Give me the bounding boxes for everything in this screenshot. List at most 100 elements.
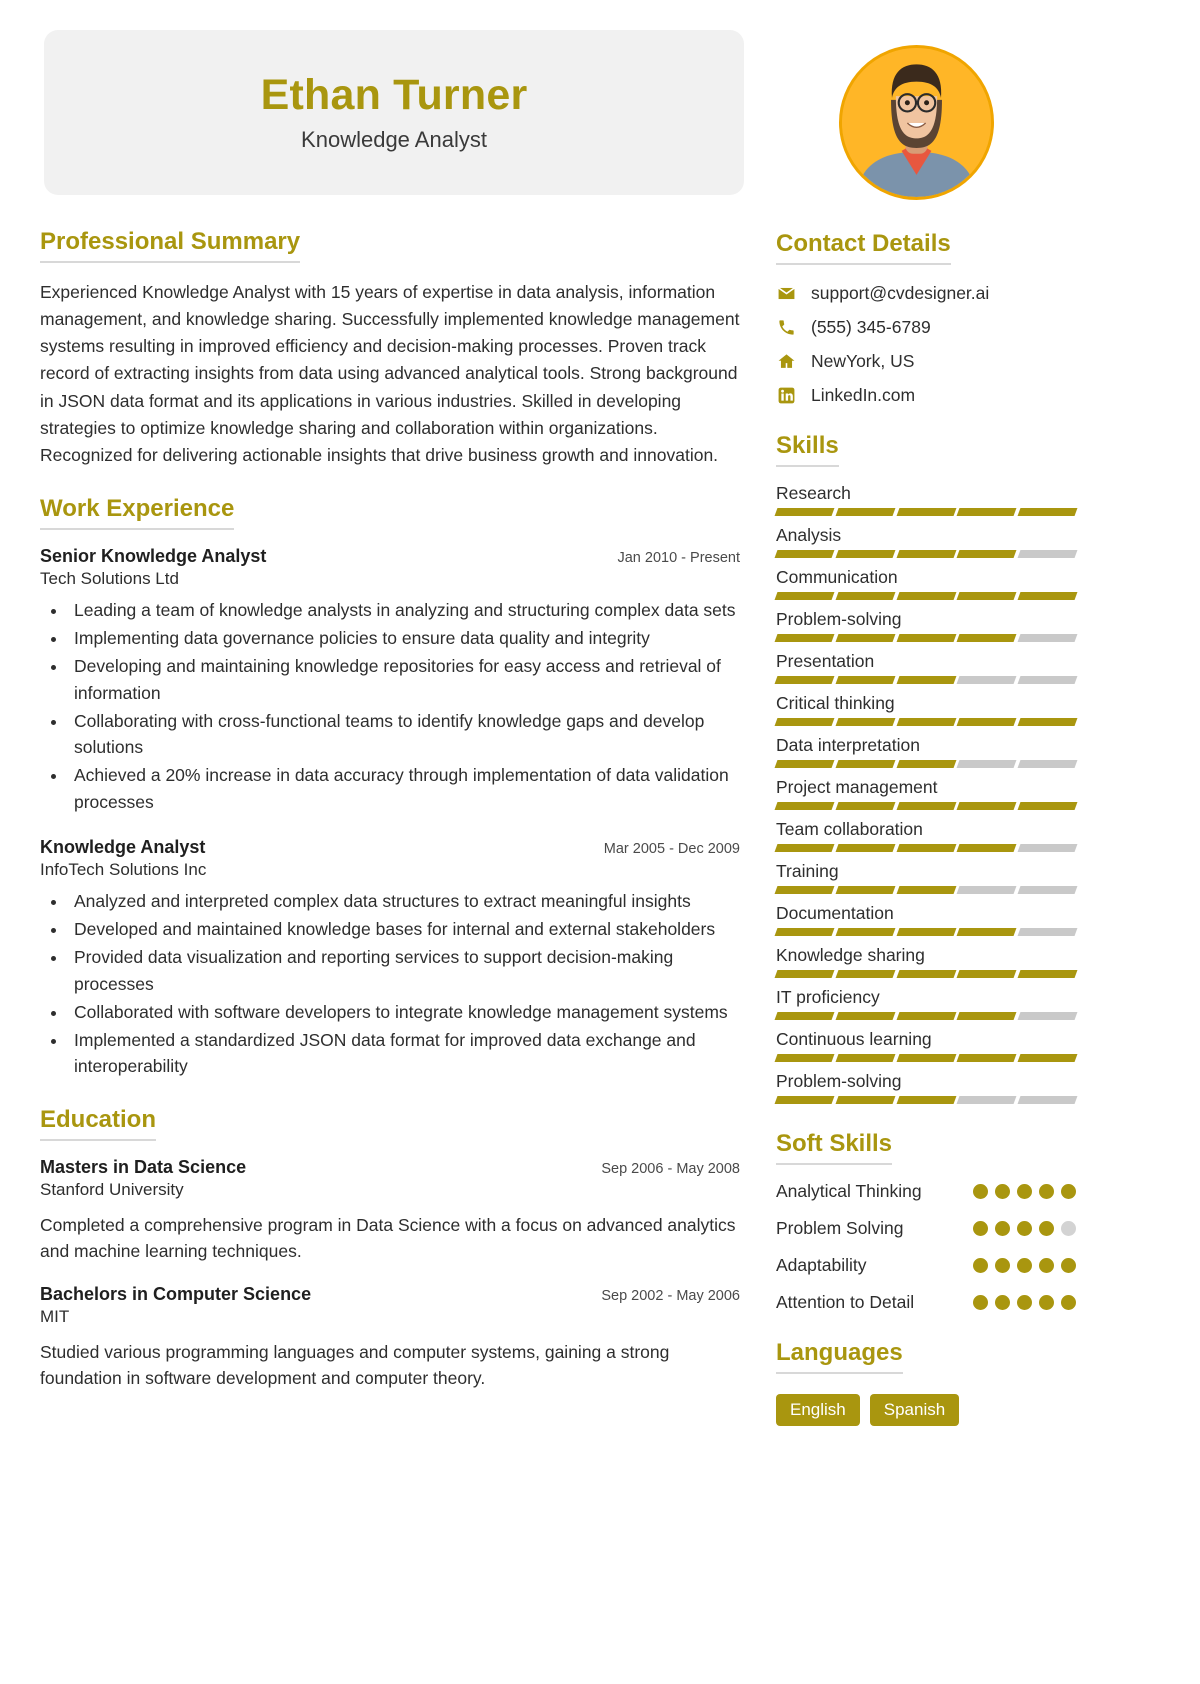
skill-item: Communication [774,567,1078,600]
section-contact-details: Contact Details support@cvdesigner.ai (55… [776,230,1076,406]
jobs-container: Senior Knowledge Analyst Jan 2010 - Prese… [40,546,740,1080]
skill-segment [956,970,1017,978]
skill-item: Documentation [774,903,1078,936]
soft-skill-item: Analytical Thinking [776,1181,1076,1202]
skill-segment [896,718,956,726]
resume-body: Professional Summary Experienced Knowled… [40,228,1160,1452]
rating-dot [1039,1221,1054,1236]
skill-item: Project management [774,777,1078,810]
skill-segment [896,592,956,600]
section-title-contact: Contact Details [776,230,951,265]
skill-segment [774,760,835,768]
skill-segment [896,886,956,894]
skill-segment [774,718,835,726]
skill-segment [774,508,835,516]
skill-level-bar [774,802,1078,810]
skill-segment [1017,1054,1078,1062]
skill-segment [896,550,956,558]
rating-dot [1039,1258,1054,1273]
rating-dot [973,1184,988,1199]
skill-name: Continuous learning [776,1029,932,1049]
skill-segment [1017,1096,1078,1104]
skill-level-bar [774,1054,1078,1062]
skill-segment [956,718,1017,726]
skill-segment [956,802,1017,810]
contact-item[interactable]: support@cvdesigner.ai [776,283,1076,304]
languages-list: English Spanish [776,1394,1076,1426]
phone-icon [776,318,797,337]
skill-segment [835,1096,896,1104]
skill-level-bar [774,928,1078,936]
skill-segment [1017,718,1078,726]
skill-segment [835,886,896,894]
skill-name: Problem-solving [776,609,902,629]
rating-dot [995,1258,1010,1273]
linkedin-icon [776,386,797,405]
skill-level-bar [774,676,1078,684]
rating-dot [1017,1295,1032,1310]
skill-segment [896,1012,956,1020]
section-title-skills: Skills [776,432,839,467]
contact-item[interactable]: (555) 345-6789 [776,317,1076,338]
skill-segment [1017,508,1078,516]
soft-skill-rating [973,1221,1076,1236]
skill-segment [1017,760,1078,768]
skill-segment [956,1012,1017,1020]
skill-segment [1017,1012,1078,1020]
skill-segment [896,676,956,684]
skill-name: Data interpretation [776,735,920,755]
skill-segment [956,928,1017,936]
skill-segment [774,550,835,558]
contact-item[interactable]: LinkedIn.com [776,385,1076,406]
skill-name: Communication [776,567,898,587]
skill-name: Team collaboration [776,819,923,839]
profile-photo-icon [842,48,991,197]
education-date: Sep 2002 - May 2006 [601,1288,740,1305]
contact-item[interactable]: NewYork, US [776,351,1076,372]
skill-item: Problem-solving [774,609,1078,642]
skill-level-bar [774,970,1078,978]
education-degree: Bachelors in Computer Science [40,1284,312,1305]
skill-name: Problem-solving [776,1071,902,1091]
skill-segment [1017,676,1078,684]
skill-segment [1017,886,1078,894]
section-title-education: Education [40,1106,157,1141]
work-role: Knowledge Analyst [40,836,206,857]
skill-item: Data interpretation [774,735,1078,768]
education-container: Masters in Data Science Sep 2006 - May 20… [40,1157,740,1392]
work-item-header: Senior Knowledge Analyst Jan 2010 - Prese… [40,546,740,567]
skill-segment [835,1012,896,1020]
envelope-icon [776,284,797,303]
work-date: Mar 2005 - Dec 2009 [603,840,740,857]
education-description: Completed a comprehensive program in Dat… [40,1214,736,1261]
skill-name: Training [776,861,839,881]
work-bullet: Leading a team of knowledge analysts in … [68,597,740,623]
work-bullet: Developed and maintained knowledge bases… [68,916,740,942]
skill-level-bar [774,1096,1078,1104]
skill-item: Presentation [774,651,1078,684]
work-experience-item: Senior Knowledge Analyst Jan 2010 - Prese… [40,546,740,815]
skill-segment [956,592,1017,600]
skill-segment [956,1096,1017,1104]
section-title-work: Work Experience [40,495,235,530]
skill-segment [1017,970,1078,978]
soft-skill-name: Analytical Thinking [776,1181,922,1201]
education-item: Masters in Data Science Sep 2006 - May 20… [40,1157,740,1265]
skill-item: Analysis [774,525,1078,558]
left-column: Professional Summary Experienced Knowled… [40,228,740,1452]
work-bullet: Implementing data governance policies to… [68,625,740,651]
skill-name: Research [776,483,851,503]
skill-segment [835,718,896,726]
skill-segment [1017,928,1078,936]
skill-name: Critical thinking [776,693,895,713]
soft-skills-list: Analytical Thinking Problem Solving Adapta… [776,1181,1076,1313]
avatar [839,45,994,200]
skill-level-bar [774,1012,1078,1020]
skill-level-bar [774,634,1078,642]
skill-segment [1017,802,1078,810]
soft-skill-name: Problem Solving [776,1218,904,1238]
skill-segment [956,886,1017,894]
work-role: Senior Knowledge Analyst [40,545,267,566]
skill-level-bar [774,508,1078,516]
skill-level-bar [774,844,1078,852]
